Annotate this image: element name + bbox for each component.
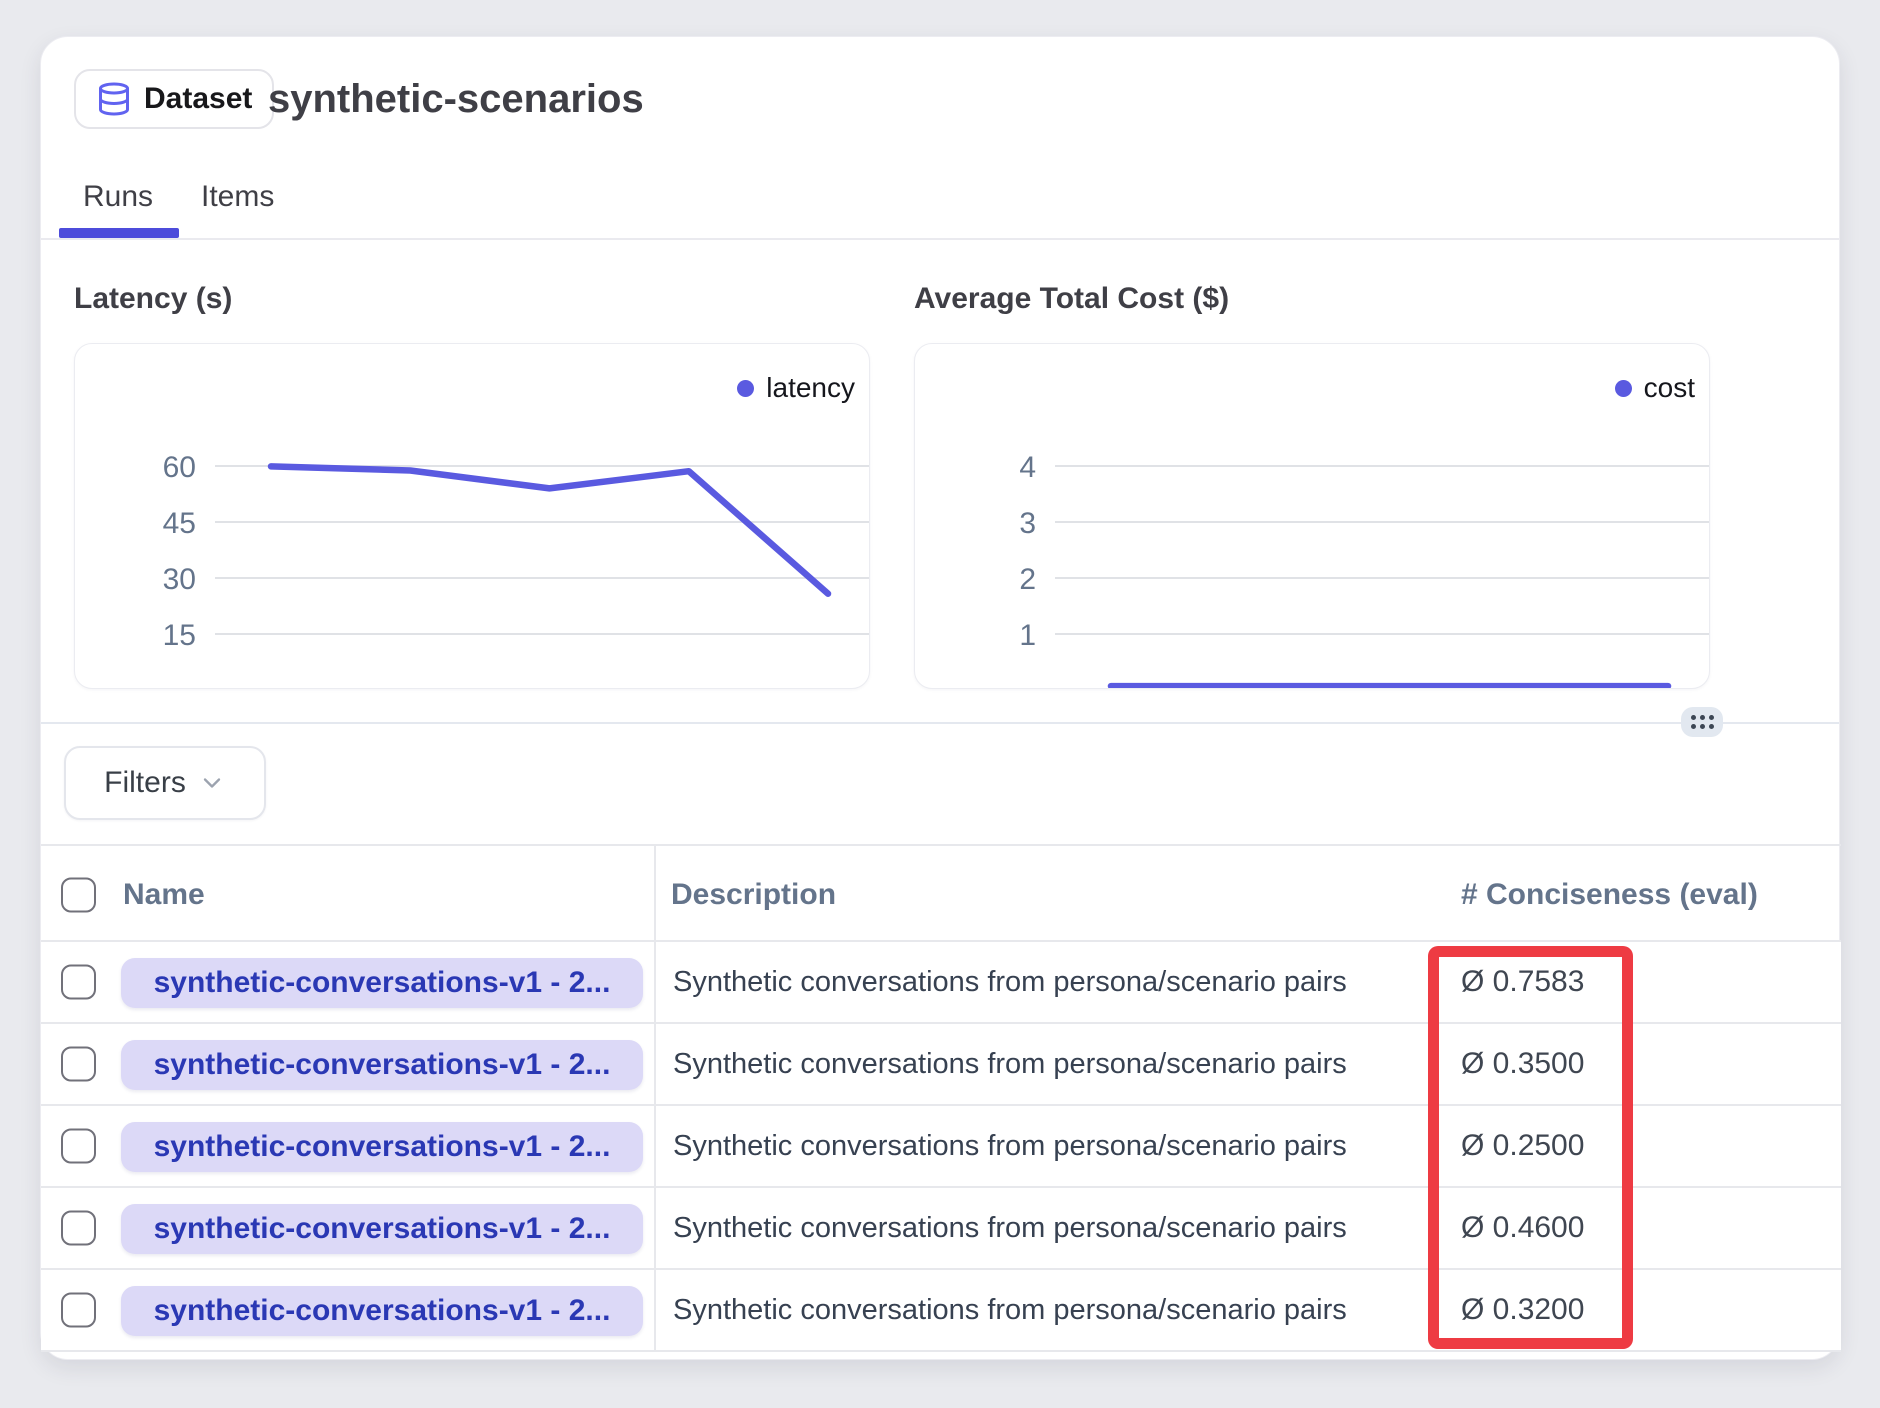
y-axis-tick-label: 60 (163, 451, 196, 484)
row-checkbox[interactable] (61, 1047, 96, 1082)
filters-button-label: Filters (104, 766, 186, 800)
active-tab-indicator (59, 228, 179, 238)
drag-handle[interactable] (1681, 707, 1723, 737)
database-icon (96, 81, 132, 117)
run-description: Synthetic conversations from persona/sce… (673, 1188, 1347, 1268)
dataset-badge: Dataset (74, 69, 274, 129)
table-row: synthetic-conversations-v1 - 2... Synthe… (41, 942, 1841, 1024)
latency-legend-label: latency (766, 372, 855, 404)
run-description: Synthetic conversations from persona/sce… (673, 1024, 1347, 1104)
y-axis-tick-label: 3 (1019, 507, 1036, 540)
select-all-checkbox[interactable] (61, 878, 96, 913)
latency-series-line (271, 466, 828, 593)
column-header-name[interactable]: Name (123, 846, 205, 944)
run-description: Synthetic conversations from persona/sce… (673, 942, 1347, 1022)
run-name-link[interactable]: synthetic-conversations-v1 - 2... (121, 1040, 643, 1090)
run-name-link[interactable]: synthetic-conversations-v1 - 2... (121, 1286, 643, 1336)
tab-items[interactable]: Items (201, 178, 274, 216)
row-checkbox[interactable] (61, 965, 96, 1000)
y-axis-tick-label: 15 (163, 619, 196, 652)
run-name-link[interactable]: synthetic-conversations-v1 - 2... (121, 958, 643, 1008)
conciseness-value: Ø 0.3500 (1461, 1024, 1584, 1104)
latency-chart-title: Latency (s) (74, 280, 232, 318)
dataset-panel: Dataset synthetic-scenarios Runs Items L… (40, 36, 1840, 1360)
cost-line-plot: 1 2 3 4 (915, 344, 1710, 689)
table-body: synthetic-conversations-v1 - 2... Synthe… (41, 942, 1841, 1352)
table-row: synthetic-conversations-v1 - 2... Synthe… (41, 1188, 1841, 1270)
row-checkbox[interactable] (61, 1293, 96, 1328)
conciseness-value: Ø 0.3200 (1461, 1270, 1584, 1350)
column-separator (654, 844, 656, 1352)
latency-legend: latency (737, 372, 855, 404)
column-header-description[interactable]: Description (671, 846, 836, 944)
y-axis-tick-label: 1 (1019, 619, 1036, 652)
cost-legend-label: cost (1644, 372, 1695, 404)
y-axis-tick-label: 2 (1019, 563, 1036, 596)
tabbar-divider (41, 238, 1839, 240)
run-name-link[interactable]: synthetic-conversations-v1 - 2... (121, 1122, 643, 1172)
cost-legend-dot (1615, 380, 1632, 397)
row-checkbox[interactable] (61, 1129, 96, 1164)
y-axis-tick-label: 4 (1019, 451, 1036, 484)
table-row: synthetic-conversations-v1 - 2... Synthe… (41, 1024, 1841, 1106)
cost-chart: 1 2 3 4 cost (914, 343, 1710, 689)
page-title: synthetic-scenarios (268, 71, 644, 127)
latency-legend-dot (737, 380, 754, 397)
run-description: Synthetic conversations from persona/sce… (673, 1106, 1347, 1186)
tab-runs[interactable]: Runs (83, 178, 153, 216)
row-checkbox[interactable] (61, 1211, 96, 1246)
latency-chart: 15 30 45 60 latency (74, 343, 870, 689)
runs-table: Name Description # Conciseness (eval) sy… (41, 844, 1841, 1352)
conciseness-value: Ø 0.7583 (1461, 942, 1584, 1022)
table-row: synthetic-conversations-v1 - 2... Synthe… (41, 1270, 1841, 1352)
table-row: synthetic-conversations-v1 - 2... Synthe… (41, 1106, 1841, 1188)
column-header-conciseness[interactable]: # Conciseness (eval) (1461, 846, 1758, 944)
table-header-row: Name Description # Conciseness (eval) (41, 844, 1841, 942)
run-description: Synthetic conversations from persona/sce… (673, 1270, 1347, 1350)
grip-dots-icon (1691, 715, 1714, 729)
y-axis-tick-label: 30 (163, 563, 196, 596)
conciseness-value: Ø 0.4600 (1461, 1188, 1584, 1268)
chevron-down-icon (198, 769, 226, 797)
conciseness-value: Ø 0.2500 (1461, 1106, 1584, 1186)
cost-chart-title: Average Total Cost ($) (914, 280, 1229, 318)
run-name-link[interactable]: synthetic-conversations-v1 - 2... (121, 1204, 643, 1254)
badge-label: Dataset (144, 82, 252, 116)
charts-section-divider (41, 722, 1839, 724)
cost-legend: cost (1615, 372, 1695, 404)
filters-button[interactable]: Filters (64, 746, 266, 820)
y-axis-tick-label: 45 (163, 507, 196, 540)
